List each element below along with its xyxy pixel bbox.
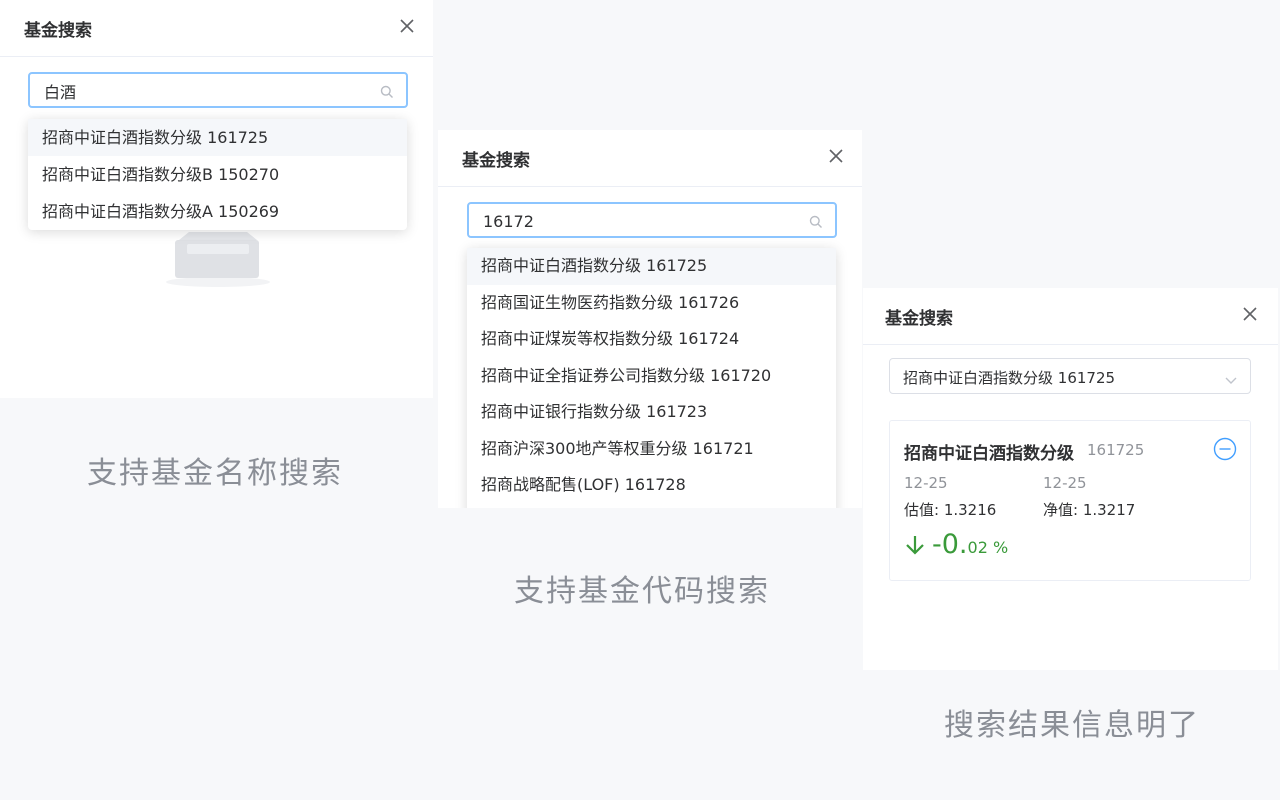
dialog-header: 基金搜索: [863, 288, 1278, 345]
suggestion-item[interactable]: 招商战略配售(LOF) 161728: [467, 467, 836, 504]
dialog-title: 基金搜索: [462, 151, 530, 171]
caption-result: 搜索结果信息明了: [944, 708, 1200, 743]
estimate-value: 估值: 1.3216: [904, 501, 997, 519]
result-panel: 基金搜索 招商中证白酒指数分级 161725 招商中证白酒指数分级 161725…: [863, 288, 1278, 670]
change-unit: %: [992, 538, 1009, 557]
suggestion-item[interactable]: 招商中证白酒指数分级 161725: [467, 248, 836, 285]
arrow-down-icon: [906, 536, 924, 555]
search-icon[interactable]: [380, 84, 394, 98]
suggestion-item[interactable]: 招商中证煤炭等权指数分级 161724: [467, 321, 836, 358]
close-icon[interactable]: [1242, 306, 1258, 322]
suggestion-item[interactable]: 招商中证白酒指数分级B 150270: [28, 156, 407, 193]
nav-value: 净值: 1.3217: [1043, 501, 1136, 519]
suggestion-dropdown: 招商中证白酒指数分级 161725 招商国证生物医药指数分级 161726 招商中证…: [467, 248, 836, 508]
chevron-down-icon[interactable]: [1224, 371, 1238, 384]
change-frac: 02: [967, 538, 988, 557]
nav-date: 12-25: [1043, 474, 1087, 492]
dialog-title: 基金搜索: [885, 309, 953, 329]
search-input[interactable]: [42, 74, 366, 108]
suggestion-item[interactable]: 招商国证生物医药指数分级 161726: [467, 285, 836, 322]
suggestion-item[interactable]: 招商中证白酒指数分级A 150269: [28, 193, 407, 230]
suggestion-item[interactable]: 招商中证白酒指数分级 161725: [28, 119, 407, 156]
empty-box-icon: [165, 232, 271, 288]
dialog-header: 基金搜索: [0, 0, 433, 57]
code-search-panel: 基金搜索 招商中证白酒指数分级 161725招商国证生物医药指数分级 16172…: [438, 130, 862, 508]
search-input-box[interactable]: [467, 202, 837, 238]
close-icon[interactable]: [828, 148, 844, 164]
dialog-title: 基金搜索: [24, 21, 92, 41]
close-icon[interactable]: [399, 18, 415, 34]
suggestion-item[interactable]: 招商沪深300地产等权重分级 161721: [467, 431, 836, 468]
fund-select-value: 招商中证白酒指数分级 161725: [903, 369, 1116, 387]
fund-select[interactable]: 招商中证白酒指数分级 161725: [889, 358, 1251, 394]
caption-name-search: 支持基金名称搜索: [87, 456, 343, 491]
name-search-panel: 基金搜索 招商中证白酒指数分级 161725招商中证白酒指数分级B 150270…: [0, 0, 433, 398]
change-int: -0.: [932, 529, 968, 560]
search-icon[interactable]: [809, 214, 823, 228]
estimate-date: 12-25: [904, 474, 948, 492]
fund-code: 161725: [1087, 441, 1145, 459]
search-input-box[interactable]: [28, 72, 408, 108]
suggestion-dropdown: 招商中证白酒指数分级 161725 招商中证白酒指数分级B 150270 招商中证白…: [28, 119, 407, 230]
fund-card: 招商中证白酒指数分级 161725 12-25 12-25 估值: 1.3216…: [889, 420, 1251, 581]
search-input[interactable]: [481, 204, 805, 238]
minus-circle-icon[interactable]: [1213, 437, 1237, 461]
dialog-header: 基金搜索: [438, 130, 862, 187]
change-percent: -0.02 %: [904, 529, 1008, 560]
caption-code-search: 支持基金代码搜索: [514, 574, 770, 609]
suggestion-item[interactable]: 招商中证全指证券公司指数分级 161720: [467, 358, 836, 395]
fund-name: 招商中证白酒指数分级: [904, 444, 1074, 464]
suggestion-item[interactable]: 招商中证银行指数分级 161723: [467, 394, 836, 431]
